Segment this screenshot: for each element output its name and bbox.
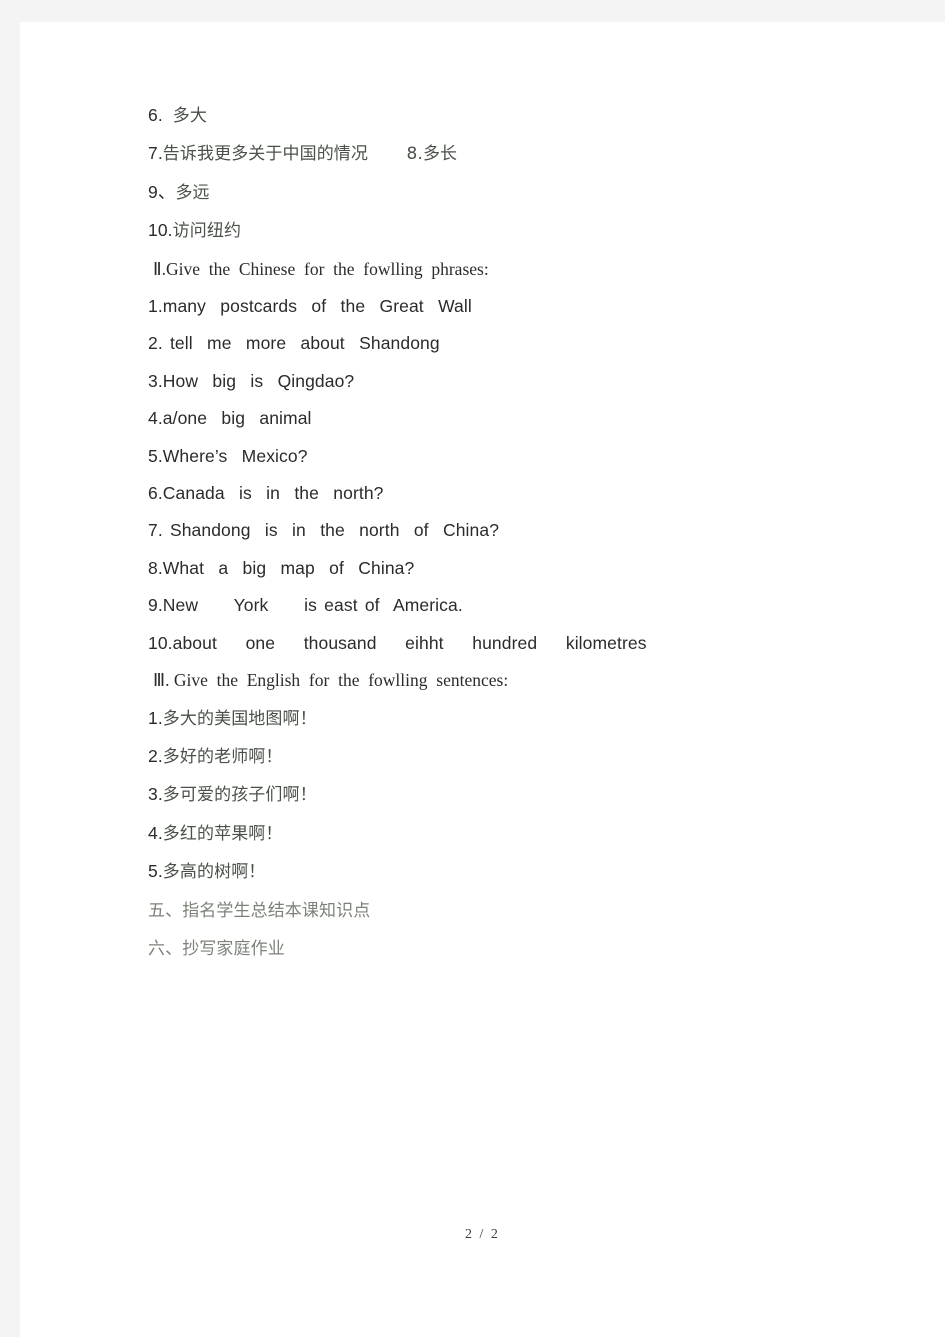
document-line: 1.多大的美国地图啊！	[148, 700, 808, 738]
document-line: Ⅲ. Give the English for the fowlling sen…	[148, 662, 808, 699]
list-item-text: 9.New York is east of America.	[148, 595, 463, 616]
list-item-number: 1.	[148, 707, 163, 728]
document-line: 六、抄写家庭作业	[148, 930, 808, 968]
document-line: 10.访问纽约	[148, 212, 808, 250]
document-line: 5.Where’s Mexico?	[148, 438, 808, 475]
document-line: 8.What a big map of China?	[148, 550, 808, 587]
document-body: 6. 多大 7.告诉我更多关于中国的情况 8.多长 9、多远 10.访问纽约 Ⅱ.Giv…	[148, 97, 808, 968]
document-line: 5.多高的树啊！	[148, 853, 808, 891]
list-item-text: 多高的树啊！	[162, 862, 266, 883]
list-item-number: 9、	[148, 181, 176, 202]
list-item-text: 5.Where’s Mexico?	[148, 445, 308, 466]
list-item-text: 3.How big is Qingdao?	[148, 370, 355, 391]
page-number-footer: 2 / 2	[465, 1227, 500, 1242]
section-heading-text: Ⅲ. Give the English for the fowlling sen…	[153, 670, 509, 691]
list-item-text: 六、抄写家庭作业	[148, 938, 285, 959]
document-line: 五、指名学生总结本课知识点	[148, 892, 808, 930]
list-item-text: 6.Canada is in the north?	[148, 483, 384, 504]
list-item-text: 多远	[175, 182, 210, 203]
list-item-text: 五、指名学生总结本课知识点	[148, 900, 371, 921]
section-heading-text: Ⅱ.Give the Chinese for the fowlling phra…	[153, 258, 489, 279]
list-item-text: 2. tell me more about Shandong	[148, 333, 440, 354]
list-item-text: 多可爱的孩子们啊！	[162, 785, 317, 806]
list-item-text: 10.about one thousand eihht hundred kilo…	[148, 632, 647, 653]
list-item-text: 访问纽约	[172, 221, 242, 242]
list-item-text: 4.a/one big animal	[148, 408, 312, 429]
list-item-number: 7.	[148, 143, 163, 164]
document-line: 7. Shandong is in the north of China?	[148, 512, 808, 549]
document-line: 3.多可爱的孩子们啊！	[148, 776, 808, 814]
document-line: 6.Canada is in the north?	[148, 475, 808, 512]
document-line: 9、多远	[148, 174, 808, 212]
list-item-text: 多大的美国地图啊！	[162, 708, 317, 729]
list-item-text: 1.many postcards of the Great Wall	[148, 296, 472, 317]
document-line: 2. tell me more about Shandong	[148, 325, 808, 362]
list-item-number: 5.	[148, 861, 163, 882]
list-item-text: 多红的苹果啊！	[162, 823, 283, 844]
list-item-number: 6.	[148, 105, 173, 125]
document-line: 6. 多大	[148, 97, 808, 135]
list-item-text: 8.What a big map of China?	[148, 557, 415, 578]
list-item-text: 告诉我更多关于中国的情况 8.多长	[162, 144, 458, 165]
document-line: 4.多红的苹果啊！	[148, 815, 808, 853]
document-line: 4.a/one big animal	[148, 400, 808, 437]
list-item-text: 7. Shandong is in the north of China?	[148, 520, 500, 541]
document-line: Ⅱ.Give the Chinese for the fowlling phra…	[148, 251, 808, 288]
document-page: 6. 多大 7.告诉我更多关于中国的情况 8.多长 9、多远 10.访问纽约 Ⅱ.Giv…	[20, 22, 945, 1337]
document-line: 1.many postcards of the Great Wall	[148, 288, 808, 325]
document-line: 7.告诉我更多关于中国的情况 8.多长	[148, 135, 808, 173]
list-item-number: 4.	[148, 822, 163, 843]
list-item-number: 3.	[148, 784, 163, 805]
document-line: 2.多好的老师啊！	[148, 738, 808, 776]
document-line: 10.about one thousand eihht hundred kilo…	[148, 625, 808, 662]
document-line: 9.New York is east of America.	[148, 587, 808, 624]
list-item-text: 多好的老师啊！	[162, 746, 283, 767]
list-item-number: 2.	[148, 745, 163, 766]
list-item-text: 多大	[172, 106, 207, 126]
list-item-number: 10.	[148, 220, 173, 241]
document-line: 3.How big is Qingdao?	[148, 363, 808, 400]
